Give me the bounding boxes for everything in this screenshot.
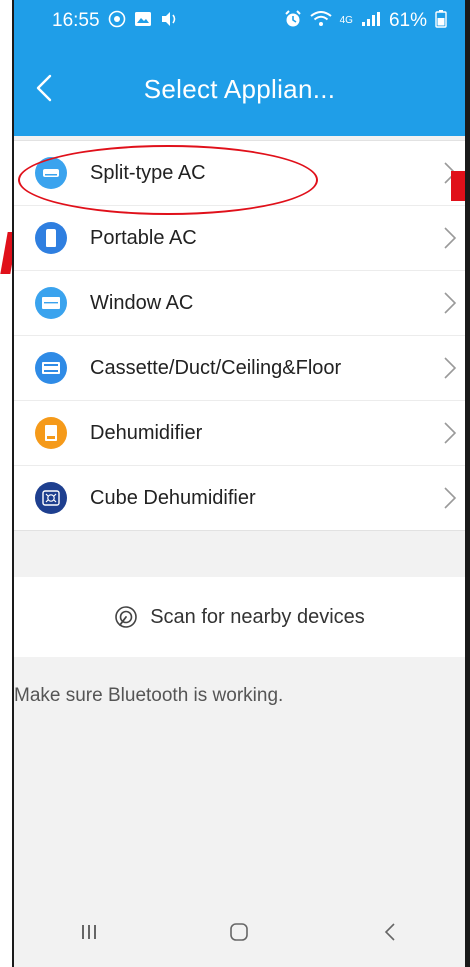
alarm-icon xyxy=(284,9,302,33)
list-item-label: Portable AC xyxy=(90,226,197,249)
network-type: 4G xyxy=(339,15,353,26)
list-item-label: Window AC xyxy=(90,291,194,314)
signal-icon xyxy=(361,11,381,32)
chevron-right-icon xyxy=(444,227,457,249)
list-item-cassette-duct-ceiling-floor[interactable]: Cassette/Duct/Ceiling&Floor xyxy=(14,336,465,401)
chat-icon xyxy=(108,10,126,33)
bluetooth-hint: Make sure Bluetooth is working. xyxy=(14,685,284,706)
portable-ac-icon xyxy=(35,222,67,254)
home-button[interactable] xyxy=(209,912,269,952)
list-item-label: Cassette/Duct/Ceiling&Floor xyxy=(90,356,342,379)
list-item-cube-dehumidifier[interactable]: Cube Dehumidifier xyxy=(14,466,465,530)
back-icon xyxy=(384,923,395,941)
list-item-label: Cube Dehumidifier xyxy=(90,486,256,509)
chevron-right-icon xyxy=(444,487,457,509)
list-item-label: Split-type AC xyxy=(90,161,206,184)
left-edge xyxy=(0,0,18,967)
battery-icon xyxy=(435,9,447,33)
annotation-marker xyxy=(451,171,465,201)
system-nav-bar xyxy=(14,897,465,967)
recents-button[interactable] xyxy=(59,912,119,952)
status-bar: 16:55 4G 61% xyxy=(14,0,465,42)
recents-icon xyxy=(82,925,97,939)
sound-icon xyxy=(160,11,180,32)
list-item-portable-ac[interactable]: Portable AC xyxy=(14,206,465,271)
right-edge xyxy=(465,0,470,967)
nav-back-button[interactable] xyxy=(360,912,420,952)
list-item-window-ac[interactable]: Window AC xyxy=(14,271,465,336)
list-item-dehumidifier[interactable]: Dehumidifier xyxy=(14,401,465,466)
chevron-right-icon xyxy=(444,292,457,314)
dehumidifier-icon xyxy=(35,417,67,449)
section-gap xyxy=(14,531,465,577)
wifi-icon xyxy=(310,10,332,32)
split-ac-icon xyxy=(35,157,67,189)
cassette-ac-icon xyxy=(35,352,67,384)
status-right: 4G 61% xyxy=(284,9,447,33)
scan-button[interactable]: Scan for nearby devices xyxy=(14,577,465,657)
battery-level: 61% xyxy=(388,10,427,31)
scan-icon xyxy=(115,606,138,628)
status-left: 16:55 xyxy=(52,10,180,33)
cube-dehumidifier-icon xyxy=(35,482,67,514)
list-item-split-type-ac[interactable]: Split-type AC xyxy=(14,141,465,215)
device-frame: 16:55 4G 61% Select Applian... Split-typ… xyxy=(0,0,470,967)
home-icon xyxy=(230,923,249,941)
chevron-left-icon xyxy=(36,74,52,102)
window-ac-icon xyxy=(35,287,67,319)
chevron-right-icon xyxy=(444,422,457,444)
scan-label: Scan for nearby devices xyxy=(150,605,365,628)
gallery-icon xyxy=(134,11,152,32)
page-title: Select Applian... xyxy=(143,73,336,104)
status-time: 16:55 xyxy=(52,10,100,31)
back-button[interactable] xyxy=(30,70,60,106)
chevron-right-icon xyxy=(444,357,457,379)
list-item-label: Dehumidifier xyxy=(90,421,203,444)
phone-screen: 16:55 4G 61% Select Applian... Split-typ… xyxy=(14,0,465,967)
appliance-list: Split-type AC Portable AC Window AC Cass… xyxy=(14,140,465,531)
app-bar: Select Applian... xyxy=(14,42,465,136)
